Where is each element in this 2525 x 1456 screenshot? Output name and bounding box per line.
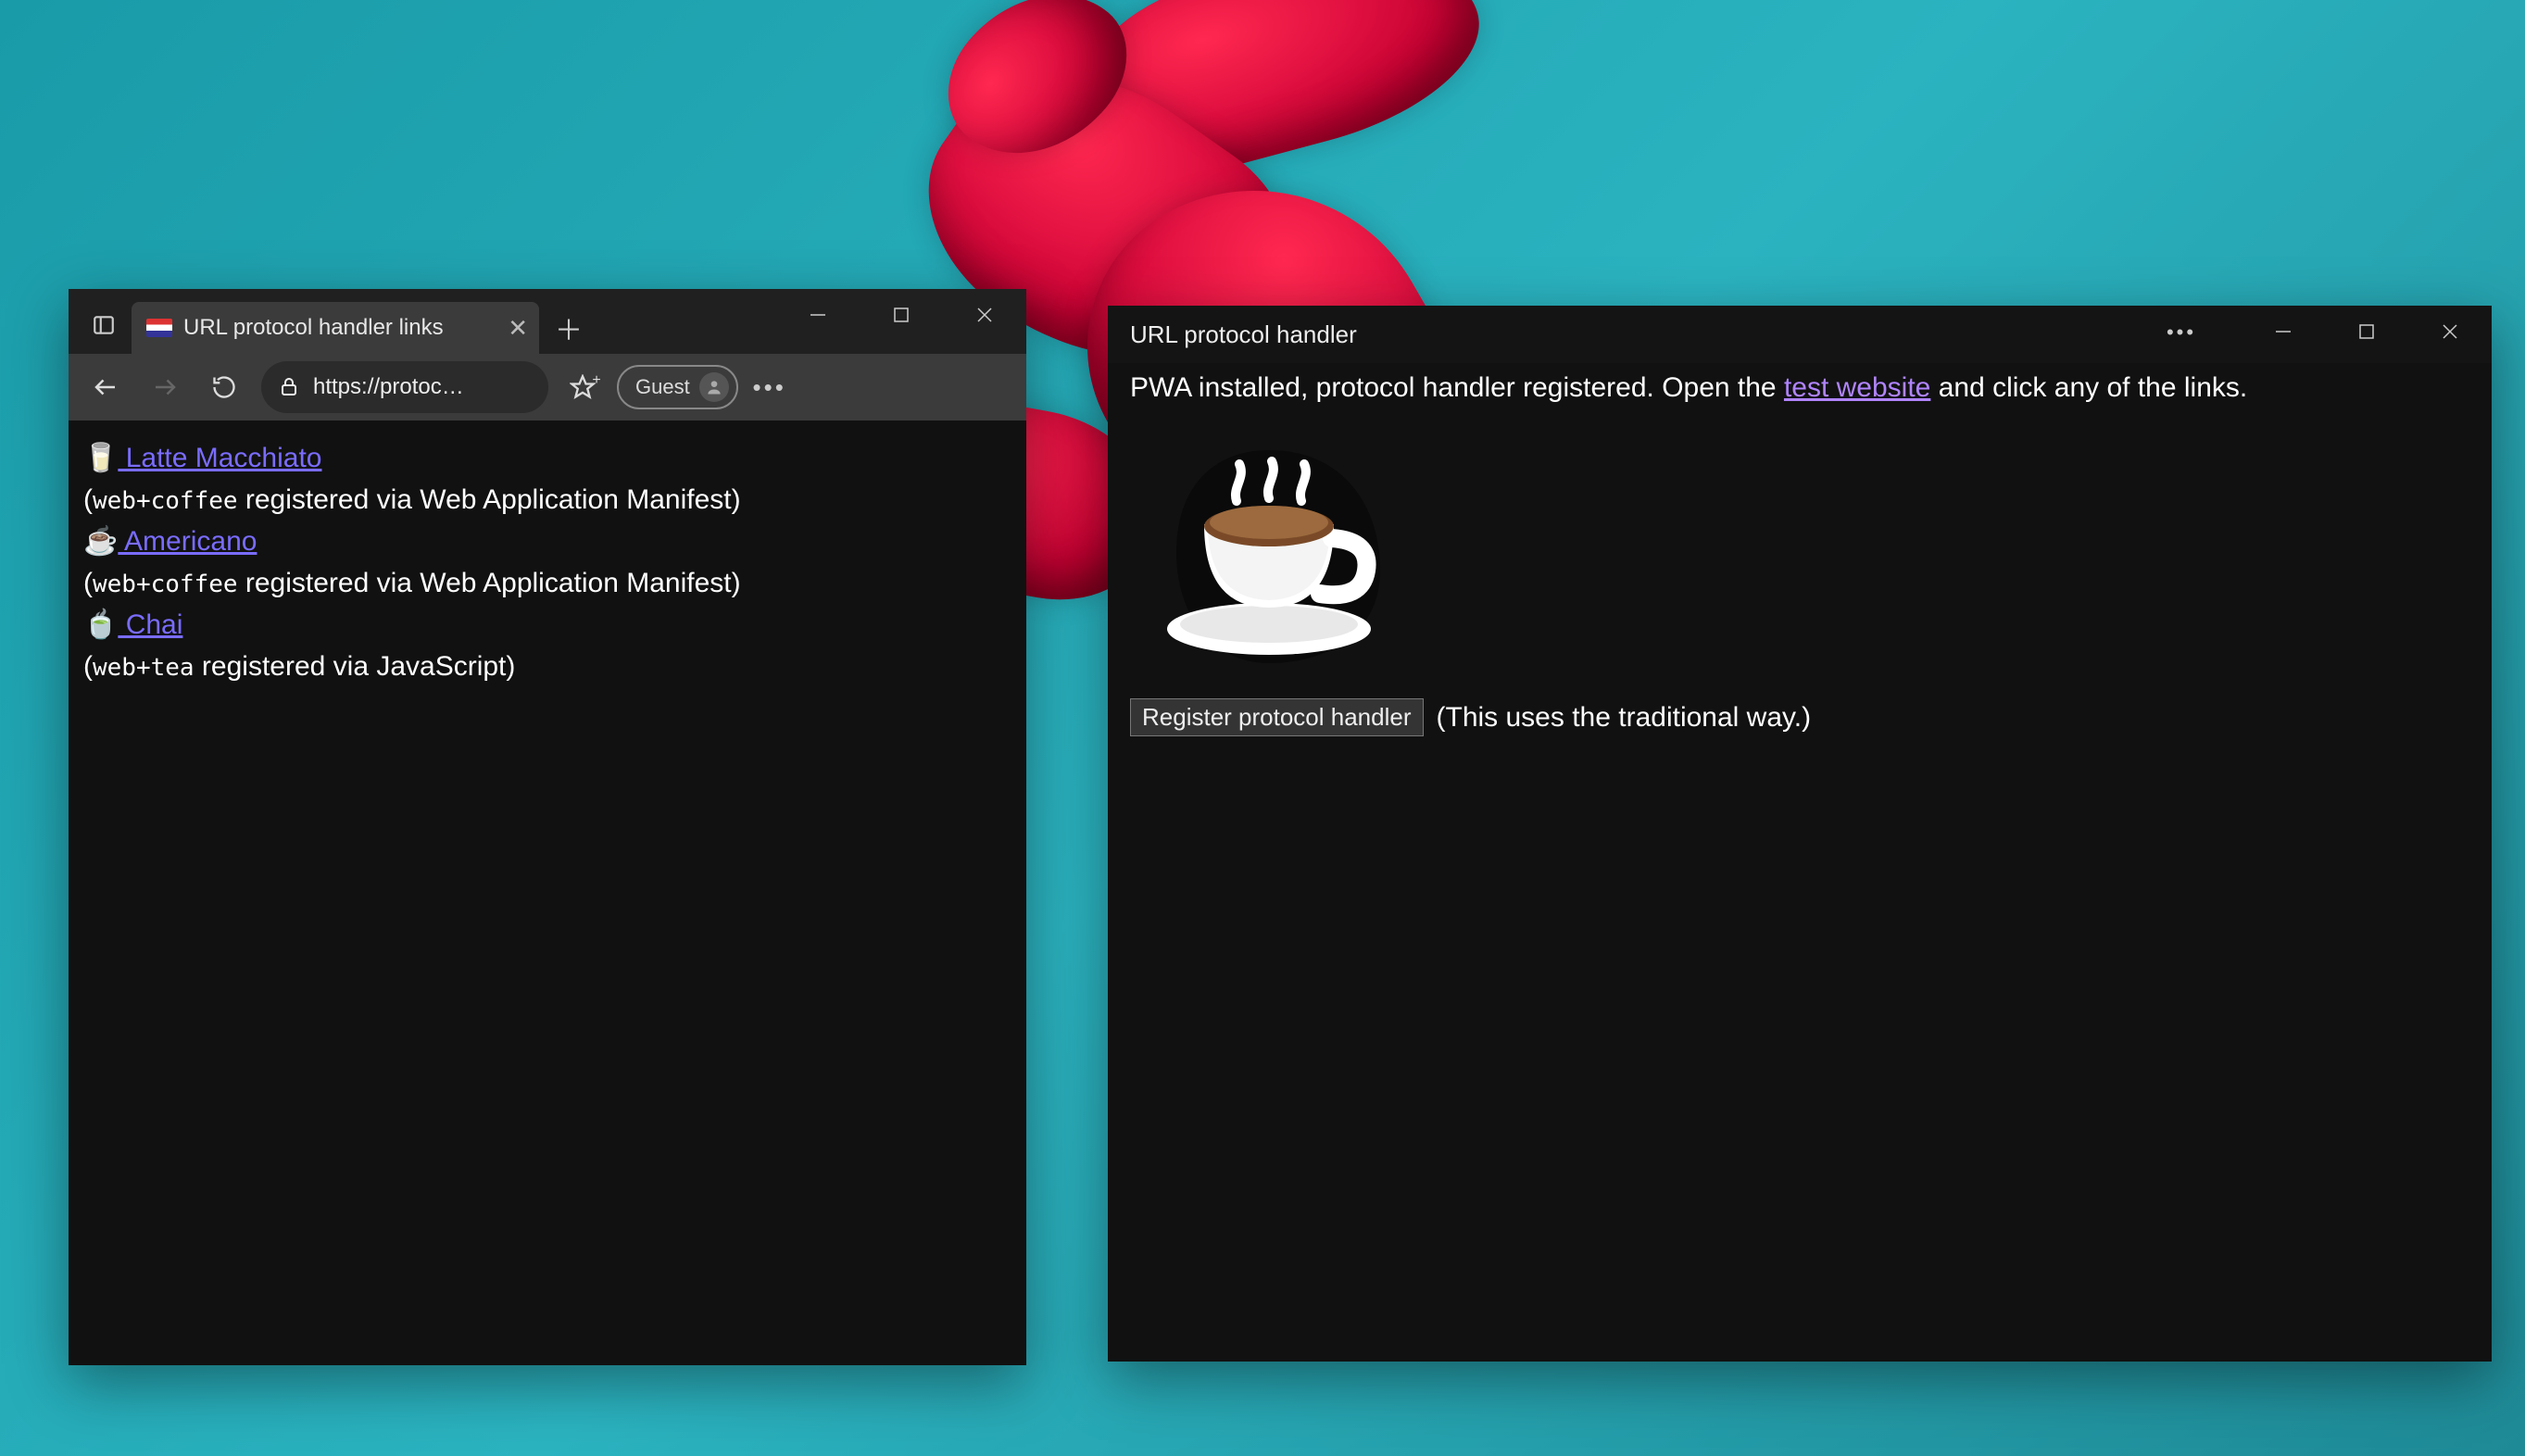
pwa-content: PWA installed, protocol handler register… bbox=[1108, 363, 2492, 1362]
url-text: https://protoc… bbox=[313, 374, 532, 400]
status-suffix: and click any of the links. bbox=[1930, 372, 2247, 403]
protocol-code: web+coffee bbox=[93, 571, 238, 598]
browser-toolbar: https://protoc… + Guest ••• bbox=[69, 354, 1026, 420]
list-item: 🥛 Latte Macchiato bbox=[83, 437, 1011, 479]
drink-emoji-icon: 🥛 bbox=[83, 443, 118, 473]
status-prefix: PWA installed, protocol handler register… bbox=[1130, 372, 1784, 403]
drink-emoji-icon: ☕ bbox=[83, 526, 118, 557]
minimize-button[interactable] bbox=[2242, 306, 2325, 358]
window-controls bbox=[2242, 306, 2492, 358]
page-content: 🥛 Latte Macchiato (web+coffee registered… bbox=[69, 420, 1026, 1365]
favorites-button[interactable]: + bbox=[558, 361, 613, 413]
tab-strip: URL protocol handler links ✕ ＋ bbox=[69, 289, 1026, 354]
latte-link[interactable]: Latte Macchiato bbox=[118, 443, 321, 473]
maximize-button[interactable] bbox=[860, 289, 943, 341]
test-website-link[interactable]: test website bbox=[1784, 372, 1930, 403]
pwa-window: URL protocol handler ••• PWA installed, … bbox=[1108, 306, 2492, 1362]
close-window-button[interactable] bbox=[2408, 306, 2492, 358]
tab-title: URL protocol handler links bbox=[183, 315, 444, 341]
protocol-code: web+coffee bbox=[93, 487, 238, 515]
list-item: ☕ Americano bbox=[83, 521, 1011, 562]
more-menu-button[interactable]: ••• bbox=[742, 361, 798, 413]
register-handler-button[interactable]: Register protocol handler bbox=[1130, 698, 1424, 736]
americano-link[interactable]: Americano bbox=[118, 526, 257, 557]
profile-button[interactable]: Guest bbox=[617, 365, 738, 409]
back-button[interactable] bbox=[78, 361, 133, 413]
pwa-titlebar: URL protocol handler ••• bbox=[1108, 306, 2492, 363]
maximize-button[interactable] bbox=[2325, 306, 2408, 358]
list-item-sub: (web+coffee registered via Web Applicati… bbox=[83, 562, 1011, 604]
list-item-sub: (web+tea registered via JavaScript) bbox=[83, 646, 1011, 687]
list-item: 🍵 Chai bbox=[83, 604, 1011, 646]
coffee-cup-icon bbox=[1130, 422, 1408, 682]
profile-label: Guest bbox=[635, 375, 690, 399]
via-text: registered via JavaScript) bbox=[195, 651, 516, 682]
protocol-code: web+tea bbox=[93, 654, 195, 682]
avatar-icon bbox=[699, 372, 729, 402]
pwa-title: URL protocol handler bbox=[1130, 320, 1357, 349]
site-info-icon[interactable] bbox=[278, 376, 300, 398]
tab-favicon-icon bbox=[146, 319, 172, 337]
minimize-button[interactable] bbox=[776, 289, 860, 341]
app-menu-button[interactable]: ••• bbox=[2149, 306, 2214, 359]
button-note: (This uses the traditional way.) bbox=[1437, 702, 1812, 734]
refresh-button[interactable] bbox=[196, 361, 252, 413]
via-text: registered via Web Application Manifest) bbox=[238, 568, 741, 598]
close-tab-button[interactable]: ✕ bbox=[508, 314, 528, 343]
browser-tab[interactable]: URL protocol handler links ✕ bbox=[132, 302, 539, 354]
forward-button[interactable] bbox=[137, 361, 193, 413]
status-text: PWA installed, protocol handler register… bbox=[1130, 372, 2469, 404]
drink-emoji-icon: 🍵 bbox=[83, 609, 118, 640]
new-tab-button[interactable]: ＋ bbox=[546, 306, 591, 350]
address-bar[interactable]: https://protoc… bbox=[261, 361, 548, 413]
chai-link[interactable]: Chai bbox=[118, 609, 182, 640]
via-text: registered via Web Application Manifest) bbox=[238, 484, 741, 515]
list-item-sub: (web+coffee registered via Web Applicati… bbox=[83, 479, 1011, 521]
browser-window: URL protocol handler links ✕ ＋ bbox=[69, 289, 1026, 1365]
close-window-button[interactable] bbox=[943, 289, 1026, 341]
tab-actions-button[interactable] bbox=[76, 300, 132, 350]
window-controls bbox=[776, 289, 1026, 341]
